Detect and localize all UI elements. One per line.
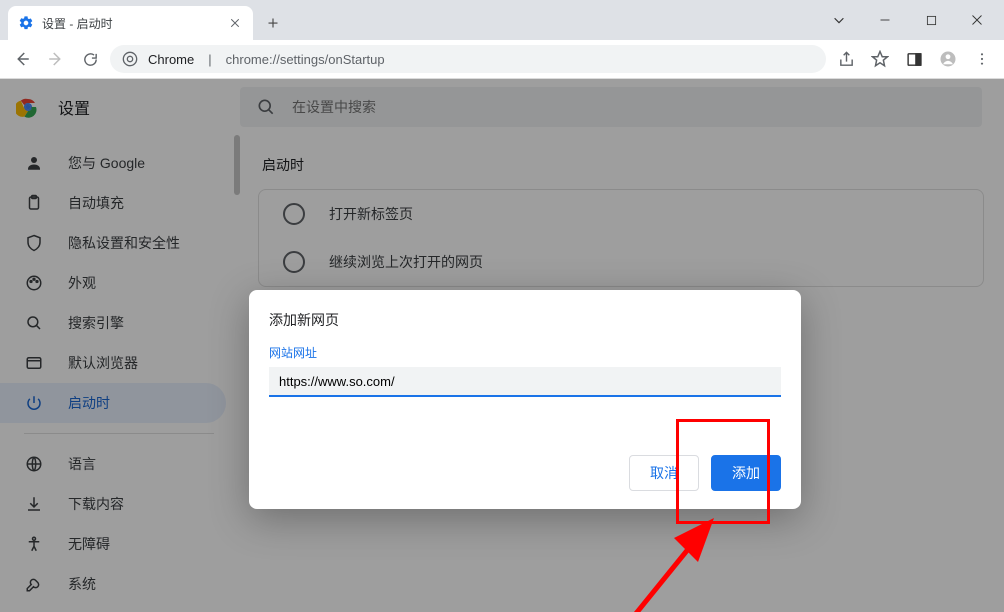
chrome-icon	[122, 51, 138, 67]
address-bar[interactable]: Chrome | chrome://settings/onStartup	[110, 45, 826, 73]
more-icon[interactable]	[968, 45, 996, 73]
tab-title: 设置 - 启动时	[42, 15, 219, 32]
annotation-arrow	[554, 518, 714, 612]
chevron-down-icon[interactable]	[816, 5, 862, 35]
url-label: 网站网址	[269, 344, 781, 361]
maximize-icon[interactable]	[908, 5, 954, 35]
page: 设置 您与 Google 自动填充 隐私设置和安全性 外观	[0, 79, 1004, 612]
url-input[interactable]	[269, 367, 781, 397]
profile-icon[interactable]	[934, 45, 962, 73]
back-button[interactable]	[8, 45, 36, 73]
window-close-icon[interactable]	[954, 5, 1000, 35]
side-panel-icon[interactable]	[900, 45, 928, 73]
close-icon[interactable]	[227, 15, 243, 31]
toolbar: Chrome | chrome://settings/onStartup	[0, 40, 1004, 79]
annotation-highlight-box	[676, 419, 770, 524]
bookmark-icon[interactable]	[866, 45, 894, 73]
forward-button[interactable]	[42, 45, 70, 73]
dialog-title: 添加新网页	[269, 310, 781, 330]
gear-icon	[18, 15, 34, 31]
minimize-icon[interactable]	[862, 5, 908, 35]
titlebar: 设置 - 启动时	[0, 0, 1004, 40]
reload-button[interactable]	[76, 45, 104, 73]
share-icon[interactable]	[832, 45, 860, 73]
window-controls	[816, 0, 1000, 40]
new-tab-button[interactable]	[259, 9, 287, 37]
omnibox-sep: |	[208, 52, 211, 67]
omnibox-path: chrome://settings/onStartup	[226, 52, 385, 67]
omnibox-host: Chrome	[148, 52, 194, 67]
browser-tab[interactable]: 设置 - 启动时	[8, 6, 253, 40]
